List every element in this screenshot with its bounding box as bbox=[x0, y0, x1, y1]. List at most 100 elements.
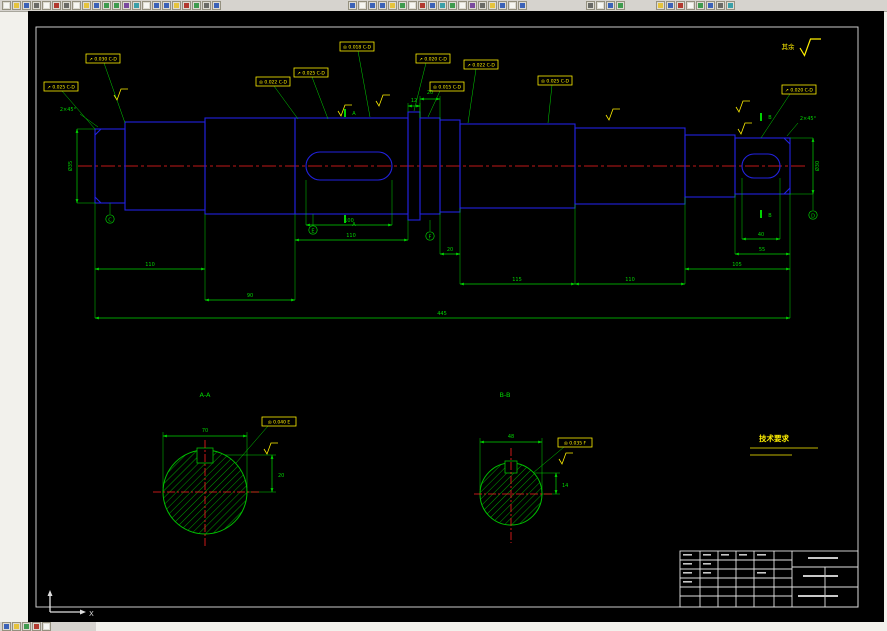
datum-label: F bbox=[429, 234, 432, 240]
svg-text:◎ 0.018 C-D: ◎ 0.018 C-D bbox=[343, 45, 371, 51]
plot-style-icon[interactable] bbox=[716, 1, 725, 10]
section-a-label: A-A bbox=[200, 391, 212, 399]
linetype-icon[interactable] bbox=[696, 1, 705, 10]
color-control-icon[interactable] bbox=[686, 1, 695, 10]
draworder-back-icon[interactable] bbox=[596, 1, 605, 10]
layer-control-icon[interactable] bbox=[212, 1, 221, 10]
cut-letter-b: B bbox=[768, 115, 772, 121]
roughness-icon bbox=[113, 88, 129, 101]
save-icon[interactable] bbox=[22, 1, 31, 10]
taskbar-icon-2[interactable] bbox=[12, 622, 21, 631]
spell-icon[interactable] bbox=[52, 1, 61, 10]
dimensions: 110 90 100 110 12 20 20 115 110 105 55 4… bbox=[60, 50, 821, 495]
datum-label: D bbox=[811, 213, 815, 219]
properties-icon[interactable] bbox=[428, 1, 437, 10]
text-icon[interactable] bbox=[172, 1, 181, 10]
draworder-under-icon[interactable] bbox=[616, 1, 625, 10]
toolbar-group-draworder bbox=[586, 1, 625, 10]
region-icon[interactable] bbox=[162, 1, 171, 10]
taskbar-icon-3[interactable] bbox=[22, 622, 31, 631]
dim-linear-icon[interactable] bbox=[182, 1, 191, 10]
tech-requirements: 技术要求 bbox=[750, 433, 818, 456]
print-preview-icon[interactable] bbox=[42, 1, 51, 10]
taskbar-fragment bbox=[0, 622, 96, 631]
roughness-icon bbox=[375, 94, 391, 107]
tolerance-frame: ◎ 0.035 F bbox=[557, 437, 593, 448]
zoom-realtime-icon[interactable] bbox=[348, 1, 357, 10]
copy-icon[interactable] bbox=[72, 1, 81, 10]
zoom-window-icon[interactable] bbox=[368, 1, 377, 10]
ucs-x-label: X bbox=[89, 610, 94, 618]
tolerance-frame: ◎ 0.022 C-D bbox=[255, 76, 291, 87]
make-block-icon[interactable] bbox=[132, 1, 141, 10]
redraw-icon[interactable] bbox=[438, 1, 447, 10]
area-icon[interactable] bbox=[398, 1, 407, 10]
dim-text: 110 bbox=[346, 233, 356, 239]
tolerance-frame: ◎ 0.015 C-D bbox=[429, 81, 465, 92]
tolerance-frame: ↗ 0.025 C-D bbox=[293, 67, 329, 78]
chamfer-note: 2×45° bbox=[60, 107, 77, 113]
taskbar-icon-4[interactable] bbox=[32, 622, 41, 631]
layers-icon[interactable] bbox=[202, 1, 211, 10]
distance-icon[interactable] bbox=[388, 1, 397, 10]
named-views-icon[interactable] bbox=[458, 1, 467, 10]
taskbar-icon-1[interactable] bbox=[2, 622, 11, 631]
orbit-icon[interactable] bbox=[468, 1, 477, 10]
list-icon[interactable] bbox=[408, 1, 417, 10]
tolerance-frame: ↗ 0.025 C-D bbox=[43, 81, 79, 92]
drawing-canvas[interactable]: 110 90 100 110 12 20 20 115 110 105 55 4… bbox=[28, 11, 884, 622]
roughness-icon bbox=[799, 38, 822, 57]
redo-icon[interactable] bbox=[112, 1, 121, 10]
pan-icon[interactable] bbox=[358, 1, 367, 10]
datum-label: C bbox=[108, 217, 112, 223]
tolerance-frame: ↗ 0.030 C-D bbox=[85, 53, 121, 64]
tolerance-frame: ↗ 0.022 C-D bbox=[463, 59, 499, 70]
insert-block-icon[interactable] bbox=[122, 1, 131, 10]
render-icon[interactable] bbox=[488, 1, 497, 10]
tolerance-frame: ◎ 0.018 C-D bbox=[339, 41, 375, 52]
toolbars-icon[interactable] bbox=[498, 1, 507, 10]
dim-text: 115 bbox=[512, 277, 522, 283]
new-icon[interactable] bbox=[2, 1, 11, 10]
layer-states-icon[interactable] bbox=[676, 1, 685, 10]
undo-icon[interactable] bbox=[102, 1, 111, 10]
lineweight-icon[interactable] bbox=[706, 1, 715, 10]
tech-requirements-title: 技术要求 bbox=[759, 433, 789, 443]
shaft-front-view bbox=[78, 111, 806, 221]
tolerance-frames: ↗ 0.025 C-D ↗ 0.030 C-D ◎ 0.022 C-D ↗ 0.… bbox=[43, 41, 817, 448]
match-properties-icon[interactable] bbox=[92, 1, 101, 10]
draworder-front-icon[interactable] bbox=[586, 1, 595, 10]
toolbar-group-standard bbox=[2, 1, 221, 10]
taskbar-icon-5[interactable] bbox=[42, 622, 51, 631]
roughness-icon bbox=[263, 442, 279, 455]
dim-text: 20 bbox=[447, 247, 453, 253]
help-icon[interactable] bbox=[508, 1, 517, 10]
dim-text-overall: 445 bbox=[437, 311, 447, 317]
open-icon[interactable] bbox=[12, 1, 21, 10]
shaft-drawing: 110 90 100 110 12 20 20 115 110 105 55 4… bbox=[35, 26, 859, 618]
dim-text: 48 bbox=[508, 434, 514, 440]
svg-text:↗ 0.020 C-D: ↗ 0.020 C-D bbox=[419, 57, 447, 63]
regen-icon[interactable] bbox=[448, 1, 457, 10]
hide-icon[interactable] bbox=[478, 1, 487, 10]
cut-letter-a: A bbox=[352, 111, 356, 117]
dim-text: 20 bbox=[278, 473, 284, 479]
id-point-icon[interactable] bbox=[418, 1, 427, 10]
paste-icon[interactable] bbox=[82, 1, 91, 10]
print-icon[interactable] bbox=[32, 1, 41, 10]
draworder-above-icon[interactable] bbox=[606, 1, 615, 10]
about-icon[interactable] bbox=[518, 1, 527, 10]
dim-style-icon[interactable] bbox=[656, 1, 665, 10]
hatch-icon[interactable] bbox=[152, 1, 161, 10]
dim-text: 14 bbox=[562, 483, 568, 489]
text-style-icon[interactable] bbox=[666, 1, 675, 10]
point-icon[interactable] bbox=[142, 1, 151, 10]
section-b-label: B-B bbox=[499, 391, 510, 399]
dim-aligned-icon[interactable] bbox=[192, 1, 201, 10]
cut-icon[interactable] bbox=[62, 1, 71, 10]
chamfer-note: 2×45° bbox=[800, 116, 817, 122]
express-icon[interactable] bbox=[726, 1, 735, 10]
roughness-icon bbox=[605, 108, 621, 121]
tolerance-frame: ↗ 0.020 C-D bbox=[415, 53, 451, 64]
zoom-previous-icon[interactable] bbox=[378, 1, 387, 10]
